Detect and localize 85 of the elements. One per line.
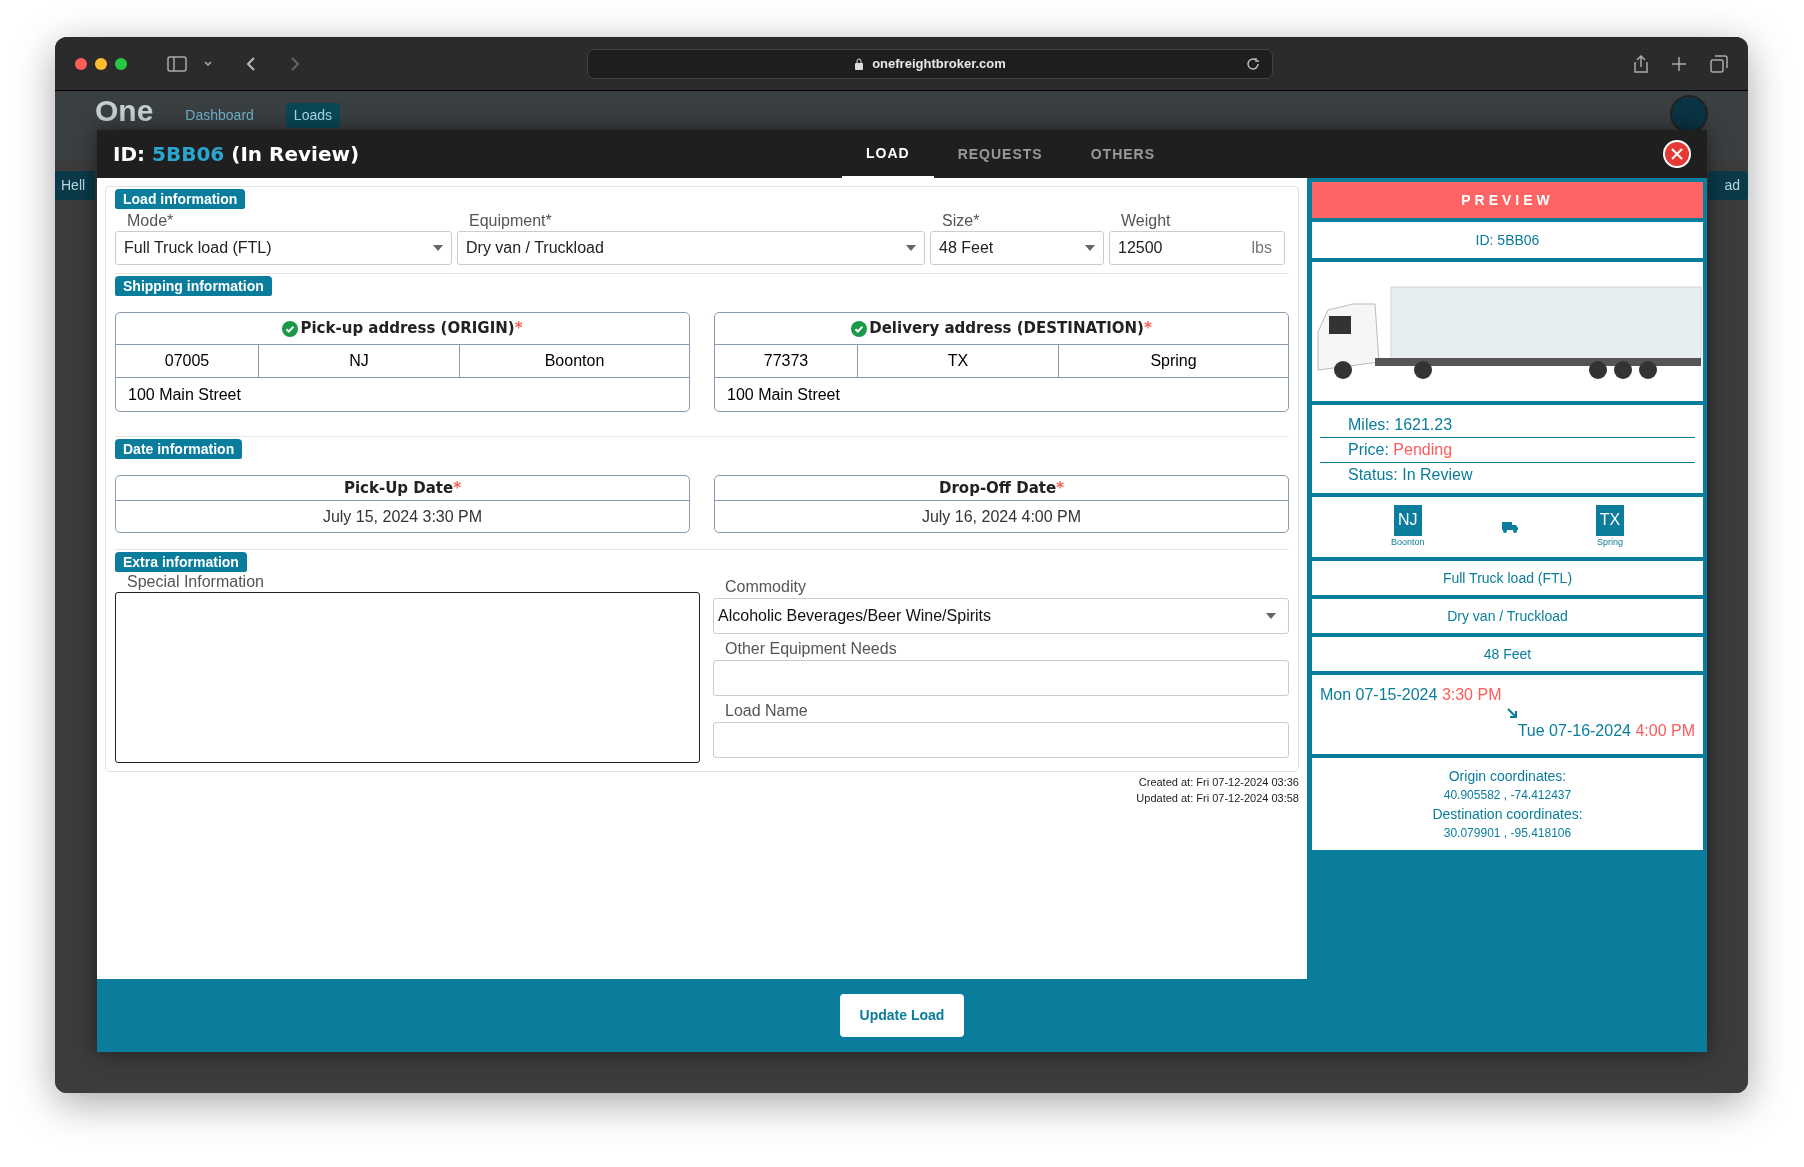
lock-icon — [854, 57, 865, 70]
dropdown-caret-icon — [1085, 245, 1095, 251]
field-label: Size* — [941, 211, 981, 231]
status-text: Status: In Review — [1348, 466, 1473, 483]
modal-title: ID: 5BB06 (In Review) — [113, 141, 360, 168]
close-window-button[interactable] — [75, 57, 87, 70]
city-label: Boonton — [1390, 535, 1425, 549]
forward-icon[interactable] — [289, 55, 301, 72]
field-label: Other Equipment Needs — [724, 639, 898, 659]
arrow-down-right-icon — [1505, 707, 1518, 719]
truck-icon — [1502, 521, 1519, 533]
input-field[interactable]: 12500 lbs — [1109, 231, 1285, 265]
dropdown-caret-icon — [1266, 613, 1276, 619]
miles-text: Miles: 1621.23 — [1348, 416, 1453, 433]
coordinates-value: 40.905582 , -74.412437 — [1443, 786, 1572, 804]
reload-icon[interactable] — [1246, 56, 1260, 71]
state-cell: NJ — [259, 345, 460, 377]
state-badge: NJ — [1393, 504, 1422, 536]
update-load-button[interactable]: Update Load — [839, 994, 965, 1037]
city-label: Spring — [1597, 535, 1624, 549]
zoom-window-button[interactable] — [115, 57, 127, 70]
tab[interactable]: REQUESTS — [933, 130, 1067, 178]
close-button[interactable] — [1663, 140, 1691, 168]
section-label: Shipping information — [115, 276, 272, 296]
field-label: Mode* — [126, 211, 175, 231]
sidebar-icon[interactable] — [167, 55, 187, 72]
timestamp-text: Updated at: Fri 07-12-2024 03:58 — [1136, 791, 1299, 806]
coordinates-label: Destination coordinates: — [1432, 804, 1583, 823]
close-icon — [1671, 148, 1683, 160]
date-value: July 15, 2024 3:30 PM — [322, 506, 483, 527]
chevron-down-icon[interactable] — [203, 59, 213, 68]
section-label: Extra information — [115, 552, 247, 572]
zip-cell: 77373 — [715, 345, 858, 377]
pickup-datetime: Mon 07-15-2024 3:30 PM — [1320, 685, 1503, 705]
preview-id: ID: 5BB06 — [1475, 230, 1540, 250]
dropdown-caret-icon — [906, 245, 916, 251]
field-label: Load Name — [724, 701, 809, 721]
back-icon[interactable] — [245, 55, 257, 72]
unit-label: lbs — [1251, 238, 1273, 258]
preview-header: PREVIEW — [1312, 182, 1703, 218]
greeting-text: Hell — [55, 171, 95, 200]
zip-cell: 07005 — [116, 345, 259, 377]
select-field[interactable]: Alcoholic Beverages/Beer Wine/Spirits — [713, 598, 1289, 634]
address-title: Pick-up address (ORIGIN)* — [300, 318, 523, 340]
dropdown-caret-icon — [433, 245, 443, 251]
share-icon[interactable] — [1634, 54, 1648, 73]
nav-link[interactable]: Loads — [285, 103, 340, 128]
address-bar[interactable]: onefreightbroker.com — [587, 48, 1273, 79]
timestamp-text: Created at: Fri 07-12-2024 03:36 — [1138, 775, 1299, 790]
equipment-text: Dry van / Truckload — [1447, 606, 1568, 626]
street-cell-text: 100 Main Street — [727, 384, 840, 405]
app-logo: One — [95, 95, 154, 127]
tab[interactable]: OTHERS — [1066, 130, 1180, 178]
tabs-overview-icon[interactable] — [1710, 54, 1728, 73]
state-badge: TX — [1596, 504, 1625, 536]
select-field[interactable]: Full Truck load (FTL) — [115, 231, 452, 265]
date-title: Pick-Up Date* — [343, 477, 462, 499]
side-button[interactable]: ad — [1708, 171, 1748, 200]
input-field[interactable] — [713, 660, 1289, 696]
select-field[interactable]: 48 Feet — [930, 231, 1104, 265]
plus-icon[interactable] — [1672, 56, 1686, 71]
nav-link[interactable]: Dashboard — [177, 103, 262, 128]
size-text: 48 Feet — [1483, 644, 1532, 664]
field-label: Commodity — [724, 577, 807, 597]
field-label: Equipment* — [468, 211, 553, 231]
city-cell-text: Boonton — [543, 351, 606, 371]
coordinates-value: 30.079901 , -95.418106 — [1443, 824, 1572, 842]
street-cell-text: 100 Main Street — [128, 384, 241, 405]
field-label: Special Information — [126, 572, 265, 592]
select-field[interactable]: Dry van / Truckload — [457, 231, 925, 265]
address-title: Delivery address (DESTINATION)* — [869, 318, 1152, 340]
field-label: Weight — [1120, 211, 1172, 231]
dropoff-datetime: Tue 07-16-2024 4:00 PM — [1517, 721, 1695, 741]
coordinates-label: Origin coordinates: — [1448, 766, 1567, 785]
date-value: July 16, 2024 4:00 PM — [921, 506, 1082, 527]
mode-text: Full Truck load (FTL) — [1442, 568, 1573, 588]
city-cell-text: Spring — [1149, 351, 1198, 371]
section-label: Date information — [115, 439, 243, 459]
tab[interactable]: LOAD — [842, 130, 934, 178]
minimize-window-button[interactable] — [95, 57, 107, 70]
date-title: Drop-Off Date* — [939, 477, 1064, 499]
price-text: Price: Pending — [1348, 441, 1453, 458]
state-cell: TX — [858, 345, 1059, 377]
input-field[interactable] — [713, 722, 1289, 758]
section-label: Load information — [115, 189, 246, 209]
